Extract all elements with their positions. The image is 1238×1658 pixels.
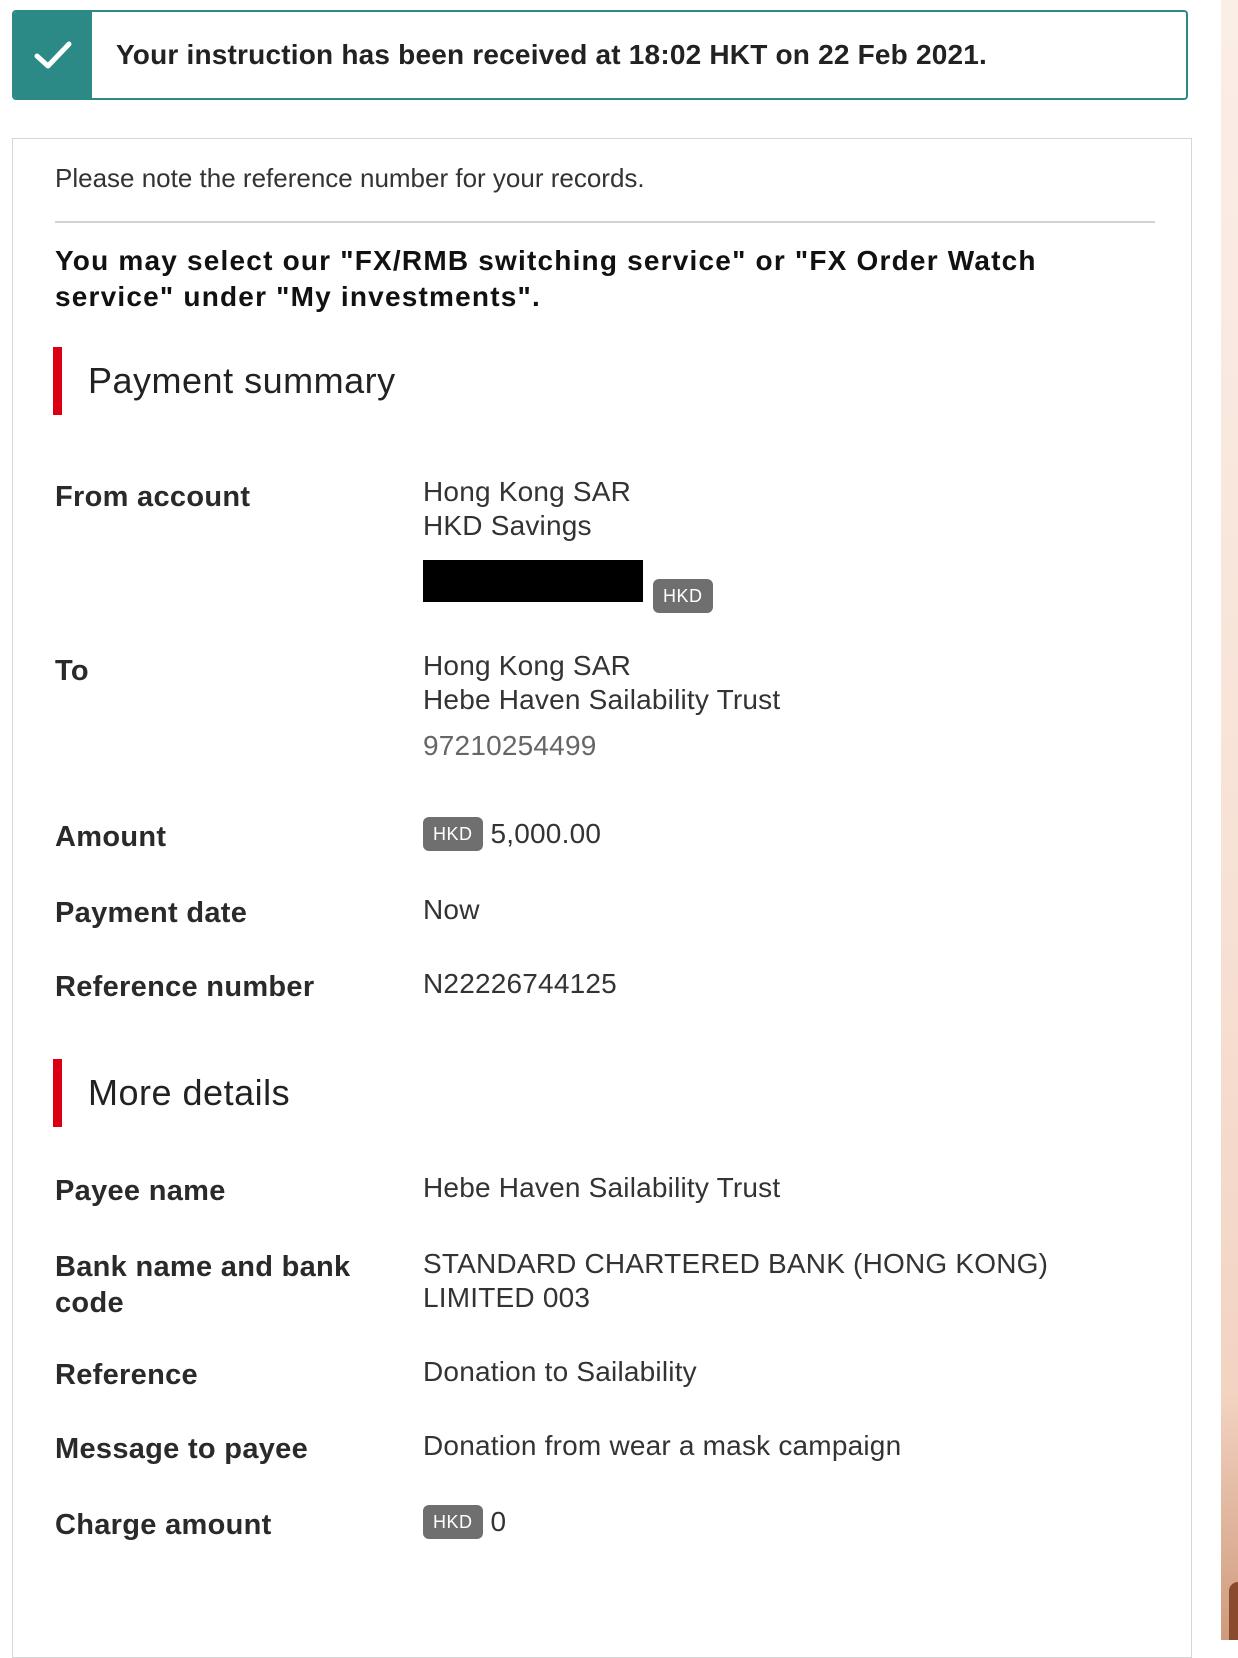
reference-number-value: N22226744125 [423,968,617,999]
more-details-heading: More details [53,1059,290,1127]
charge-currency-badge: HKD [423,1505,483,1539]
more-details-title: More details [88,1072,291,1113]
payment-date-label: Payment date [55,897,248,929]
from-account-value: Hong Kong SAR HKD Savings HKD [423,475,1143,613]
charge-amount-label: Charge amount [55,1509,272,1541]
message-label: Message to payee [55,1433,309,1465]
bank-value: STANDARD CHARTERED BANK (HONG KONG) LIMI… [423,1248,1049,1313]
currency-badge: HKD [653,579,713,613]
amount-currency-badge: HKD [423,817,483,851]
section-accent-bar [53,1059,62,1127]
amount-label: Amount [55,821,167,853]
bank-label: Bank name and bank code [55,1251,351,1319]
reference-value: Donation to Sailability [423,1356,697,1387]
payment-details-card: Please note the reference number for you… [12,138,1192,1658]
banner-icon-box [14,12,92,98]
check-icon [34,41,72,69]
to-label: To [55,655,89,687]
page-background-edge [1221,0,1238,1640]
charge-figure: 0 [490,1506,507,1537]
to-value: Hong Kong SAR Hebe Haven Sailability Tru… [423,649,1143,763]
from-account-type: HKD Savings [423,510,592,541]
divider [55,221,1155,223]
banner-message: Your instruction has been received at 18… [116,39,988,70]
payment-summary-title: Payment summary [88,360,396,401]
charge-amount-value: HKD 0 [423,1505,1143,1539]
amount-value: HKD 5,000.00 [423,817,1143,851]
to-account-number: 97210254499 [423,730,597,761]
payment-summary-heading: Payment summary [53,347,396,415]
from-account-region: Hong Kong SAR [423,476,632,507]
payee-name-value: Hebe Haven Sailability Trust [423,1172,781,1203]
section-accent-bar [53,347,62,415]
reference-label: Reference [55,1359,198,1391]
redacted-account-number [423,560,643,602]
reference-number-label: Reference number [55,971,315,1003]
from-account-number-row: HKD [423,549,1143,613]
amount-figure: 5,000.00 [490,818,602,849]
message-value: Donation from wear a mask campaign [423,1430,902,1461]
records-note: Please note the reference number for you… [55,163,645,193]
payee-name-label: Payee name [55,1175,226,1207]
confirmation-banner: Your instruction has been received at 18… [12,10,1188,100]
payment-date-value: Now [423,894,480,925]
from-account-label: From account [55,481,251,513]
fx-service-notice: You may select our "FX/RMB switching ser… [55,245,1037,312]
to-region: Hong Kong SAR [423,650,632,681]
to-payee: Hebe Haven Sailability Trust [423,684,781,715]
